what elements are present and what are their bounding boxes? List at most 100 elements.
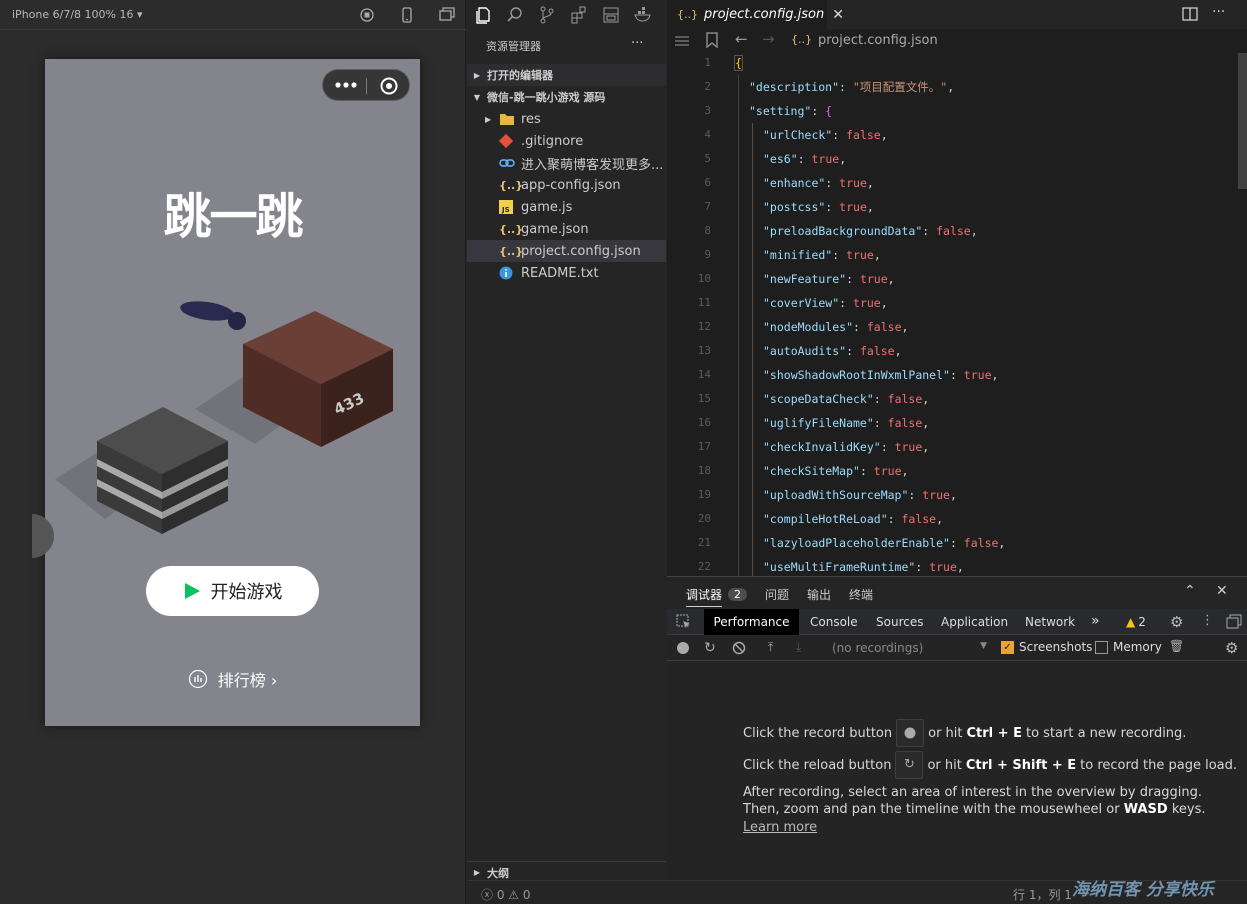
back-arrow-icon[interactable]: ← [735, 30, 748, 48]
docker-icon[interactable] [633, 5, 653, 25]
code-text: { [734, 55, 743, 71]
code-line[interactable]: 12 "nodeModules": false, [667, 315, 1237, 339]
kebab-menu-icon[interactable]: ⋮ [1201, 613, 1214, 628]
chevron-up-icon[interactable]: ⌃ [1184, 583, 1196, 599]
code-line[interactable]: 1{ [667, 51, 1237, 75]
tab-terminal[interactable]: 终端 [849, 586, 873, 603]
download-icon[interactable]: ⤓ [796, 640, 801, 655]
code-line[interactable]: 17 "checkInvalidKey": true, [667, 435, 1237, 459]
more-dots-icon[interactable] [333, 78, 359, 92]
code-area[interactable]: 1{2 "description": "项目配置文件。", 3 "setting": … [667, 51, 1237, 576]
inspect-icon[interactable] [676, 614, 692, 630]
editor-tab[interactable]: {..} project.config.json ✕ [667, 0, 844, 29]
debugger-badge: 2 [728, 588, 748, 601]
tab-sources[interactable]: Sources [876, 615, 923, 629]
tab-network[interactable]: Network [1025, 615, 1075, 629]
files-icon[interactable] [473, 5, 493, 25]
source-control-icon[interactable] [537, 5, 557, 25]
file-item-gitignore[interactable]: .gitignore [467, 130, 666, 152]
recordings-select[interactable]: (no recordings) ▼ [832, 641, 987, 655]
tab-console[interactable]: Console [810, 615, 858, 629]
game-title: 跳一跳 [163, 189, 303, 245]
list-icon[interactable] [674, 33, 690, 49]
code-line[interactable]: 5 "es6": true, [667, 147, 1237, 171]
search-icon[interactable] [505, 5, 525, 25]
code-line[interactable]: 15 "scopeDataCheck": false, [667, 387, 1237, 411]
code-line[interactable]: 10 "newFeature": true, [667, 267, 1237, 291]
screenshots-checkbox[interactable]: ✓ Screenshots [1001, 640, 1092, 654]
start-game-button[interactable]: 开始游戏 [146, 566, 319, 616]
code-line[interactable]: 11 "coverView": true, [667, 291, 1237, 315]
code-line[interactable]: 18 "checkSiteMap": true, [667, 459, 1237, 483]
explorer-more-button[interactable]: ··· [631, 36, 643, 51]
code-line[interactable]: 2 "description": "项目配置文件。", [667, 75, 1237, 99]
tab-problems[interactable]: 问题 [765, 586, 789, 603]
capture-settings-icon[interactable]: ⚙ [1225, 639, 1238, 657]
close-icon[interactable]: ✕ [832, 7, 844, 23]
line-number: 10 [697, 272, 711, 285]
file-item-game-js[interactable]: JS game.js [467, 196, 666, 218]
phone-icon[interactable] [398, 6, 416, 24]
editor-scrollbar[interactable] [1238, 53, 1247, 576]
code-line[interactable]: 14 "showShadowRootInWxmlPanel": true, [667, 363, 1237, 387]
code-line[interactable]: 20 "compileHotReLoad": false, [667, 507, 1237, 531]
leaderboard-link[interactable]: 排行榜 › [45, 667, 420, 691]
breadcrumb[interactable]: {..} project.config.json [791, 33, 938, 48]
outline-label: 大纲 [487, 866, 509, 880]
problems-counter[interactable]: ⓧ 0 ⚠ 0 [481, 886, 530, 903]
tab-debugger[interactable]: 调试器 2 [686, 586, 748, 603]
code-line[interactable]: 8 "preloadBackgroundData": false, [667, 219, 1237, 243]
code-text: "autoAudits": false, [763, 344, 902, 358]
cursor-position[interactable]: 行 1，列 1 [1013, 886, 1072, 903]
line-number: 15 [697, 392, 711, 405]
game-screen[interactable]: 433 跳一跳 开始游戏 排行榜 › [45, 59, 420, 726]
file-item-project-config[interactable]: {..} project.config.json [467, 240, 666, 262]
file-item-game-json[interactable]: {..} game.json [467, 218, 666, 240]
tab-performance[interactable]: Performance [704, 609, 799, 635]
file-item-res[interactable]: ▶ res [467, 108, 666, 130]
code-line[interactable]: 22 "useMultiFrameRuntime": true, [667, 555, 1237, 576]
project-section[interactable]: ▼ 微信-跳一跳小游戏 源码 [467, 86, 666, 108]
code-line[interactable]: 13 "autoAudits": false, [667, 339, 1237, 363]
code-text: "compileHotReLoad": false, [763, 512, 944, 526]
file-item-link[interactable]: 进入聚萌博客发现更多... [467, 152, 666, 174]
tab-application[interactable]: Application [941, 615, 1008, 629]
storage-icon[interactable] [601, 5, 621, 25]
warnings-counter[interactable]: ▲ 2 [1126, 615, 1146, 629]
dock-icon[interactable] [1226, 614, 1242, 630]
tab-output[interactable]: 输出 [807, 586, 831, 603]
bookmark-icon[interactable] [705, 32, 719, 48]
device-selector[interactable]: iPhone 6/7/8 100% 16 ▾ [12, 8, 143, 21]
split-editor-icon[interactable] [1182, 6, 1198, 22]
clear-icon[interactable] [732, 641, 746, 655]
gear-icon[interactable]: ⚙ [1170, 613, 1183, 631]
file-item-readme[interactable]: README.txt [467, 262, 666, 284]
more-tabs-button[interactable]: » [1091, 613, 1100, 629]
code-line[interactable]: 21 "lazyloadPlaceholderEnable": false, [667, 531, 1237, 555]
code-line[interactable]: 16 "uglifyFileName": false, [667, 411, 1237, 435]
record-icon[interactable] [676, 641, 690, 655]
open-editors-section[interactable]: ▶ 打开的编辑器 [467, 64, 666, 86]
memory-checkbox[interactable]: Memory [1095, 640, 1162, 654]
code-line[interactable]: 7 "postcss": true, [667, 195, 1237, 219]
more-actions-icon[interactable]: ··· [1212, 4, 1225, 20]
trash-icon[interactable]: 🗑 [1169, 639, 1184, 653]
indent-guide [738, 267, 739, 291]
forward-arrow-icon[interactable]: → [762, 30, 775, 48]
code-line[interactable]: 4 "urlCheck": false, [667, 123, 1237, 147]
learn-more-link[interactable]: Learn more [743, 820, 817, 835]
close-panel-icon[interactable]: ✕ [1216, 583, 1228, 599]
close-target-icon[interactable] [379, 76, 399, 96]
record-button[interactable] [896, 719, 925, 747]
code-line[interactable]: 19 "uploadWithSourceMap": true, [667, 483, 1237, 507]
file-item-app-config[interactable]: {..} app-config.json [467, 174, 666, 196]
code-line[interactable]: 3 "setting": { [667, 99, 1237, 123]
reload-button[interactable]: ↻ [895, 751, 924, 779]
reload-icon[interactable]: ↻ [704, 640, 716, 656]
stop-icon[interactable] [358, 6, 376, 24]
code-line[interactable]: 6 "enhance": true, [667, 171, 1237, 195]
extensions-icon[interactable] [569, 5, 589, 25]
upload-icon[interactable]: ⤒ [768, 640, 773, 655]
code-line[interactable]: 9 "minified": true, [667, 243, 1237, 267]
window-icon[interactable] [438, 6, 456, 24]
